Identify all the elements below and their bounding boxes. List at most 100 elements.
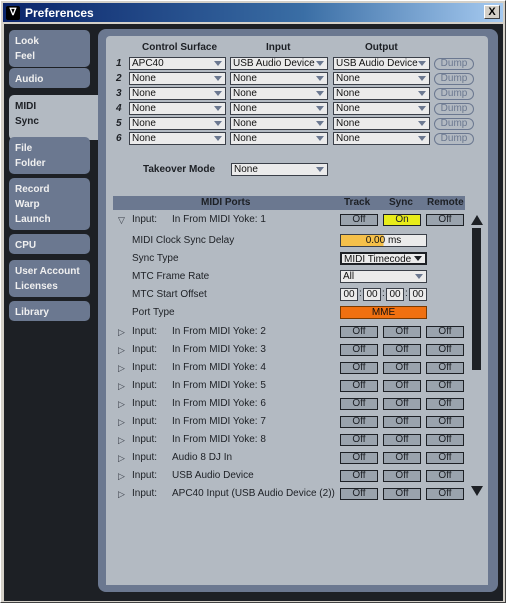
mtc-offset-field[interactable]: 00 xyxy=(363,288,381,301)
input-select[interactable]: None xyxy=(230,117,328,130)
output-select[interactable]: USB Audio Device xyxy=(333,57,430,70)
output-select[interactable]: None xyxy=(333,132,430,145)
control-surface-select[interactable]: None xyxy=(129,117,226,130)
header-remote: Remote xyxy=(427,197,464,208)
takeover-mode-select[interactable]: None xyxy=(231,163,328,176)
expand-triangle-icon[interactable]: ▷ xyxy=(118,399,125,410)
scrollbar-thumb[interactable] xyxy=(472,228,481,370)
chevron-down-icon xyxy=(316,106,324,111)
takeover-mode-label: Takeover Mode xyxy=(143,164,216,175)
input-select[interactable]: None xyxy=(230,132,328,145)
expand-triangle-icon[interactable]: ▷ xyxy=(118,381,125,392)
sidebar-tab-label: Licenses xyxy=(15,281,58,292)
sync-toggle[interactable]: Off xyxy=(383,470,421,482)
sync-toggle[interactable]: Off xyxy=(383,380,421,392)
mtc-frame-rate-select[interactable]: All xyxy=(340,270,427,283)
remote-toggle[interactable]: Off xyxy=(426,416,464,428)
track-toggle[interactable]: Off xyxy=(340,452,378,464)
remote-toggle[interactable]: Off xyxy=(426,380,464,392)
close-button[interactable]: X xyxy=(484,5,500,19)
track-toggle[interactable]: Off xyxy=(340,214,378,226)
sync-toggle[interactable]: Off xyxy=(383,452,421,464)
collapse-triangle-icon[interactable]: ▽ xyxy=(118,215,125,226)
sync-toggle[interactable]: Off xyxy=(383,398,421,410)
sidebar-tab-file[interactable]: File Folder xyxy=(9,137,90,174)
sidebar-tab-library[interactable]: Library xyxy=(9,301,90,321)
track-toggle[interactable]: Off xyxy=(340,470,378,482)
track-toggle[interactable]: Off xyxy=(340,434,378,446)
output-select[interactable]: None xyxy=(333,102,430,115)
remote-toggle[interactable]: Off xyxy=(426,326,464,338)
control-surface-select[interactable]: None xyxy=(129,132,226,145)
sidebar-tab-look[interactable]: Look Feel xyxy=(9,30,90,67)
input-select[interactable]: None xyxy=(230,102,328,115)
control-surface-select[interactable]: APC40 xyxy=(129,57,226,70)
remote-toggle[interactable]: Off xyxy=(426,398,464,410)
chevron-down-icon xyxy=(214,121,222,126)
select-value: None xyxy=(132,73,156,84)
remote-toggle[interactable]: Off xyxy=(426,362,464,374)
scroll-up-icon[interactable] xyxy=(471,215,483,225)
dump-button[interactable]: Dump xyxy=(434,58,474,70)
control-surface-select[interactable]: None xyxy=(129,87,226,100)
sync-type-select[interactable]: MIDI Timecode xyxy=(340,252,427,265)
sidebar-tab-midi[interactable]: MIDI Sync xyxy=(9,95,99,140)
expand-triangle-icon[interactable]: ▷ xyxy=(118,453,125,464)
sync-toggle[interactable]: Off xyxy=(383,434,421,446)
remote-toggle[interactable]: Off xyxy=(426,214,464,226)
remote-toggle[interactable]: Off xyxy=(426,434,464,446)
dump-button[interactable]: Dump xyxy=(434,73,474,85)
sync-toggle[interactable]: Off xyxy=(383,326,421,338)
sidebar-tab-record[interactable]: Record Warp Launch xyxy=(9,178,90,230)
output-select[interactable]: None xyxy=(333,72,430,85)
sync-toggle[interactable]: Off xyxy=(383,362,421,374)
title-bar[interactable]: ∇ Preferences X xyxy=(3,3,503,22)
expand-triangle-icon[interactable]: ▷ xyxy=(118,327,125,338)
input-select[interactable]: USB Audio Device xyxy=(230,57,328,70)
track-toggle[interactable]: Off xyxy=(340,398,378,410)
expand-triangle-icon[interactable]: ▷ xyxy=(118,435,125,446)
port-name: In From MIDI Yoke: 1 xyxy=(172,214,266,225)
expand-triangle-icon[interactable]: ▷ xyxy=(118,471,125,482)
chevron-down-icon xyxy=(418,136,426,141)
mtc-offset-field[interactable]: 00 xyxy=(386,288,404,301)
dump-button[interactable]: Dump xyxy=(434,103,474,115)
sync-toggle[interactable]: On xyxy=(383,214,421,226)
expand-triangle-icon[interactable]: ▷ xyxy=(118,417,125,428)
scroll-down-icon[interactable] xyxy=(471,486,483,496)
track-toggle[interactable]: Off xyxy=(340,326,378,338)
header-control-surface: Control Surface xyxy=(142,42,218,53)
track-toggle[interactable]: Off xyxy=(340,362,378,374)
expand-triangle-icon[interactable]: ▷ xyxy=(118,489,125,500)
mtc-offset-field[interactable]: 00 xyxy=(409,288,427,301)
header-track: Track xyxy=(344,197,371,208)
expand-triangle-icon[interactable]: ▷ xyxy=(118,363,125,374)
sidebar-tab-user-account[interactable]: User Account Licenses xyxy=(9,260,90,297)
input-select[interactable]: None xyxy=(230,72,328,85)
track-toggle[interactable]: Off xyxy=(340,416,378,428)
port-type-button[interactable]: MME xyxy=(340,306,427,319)
track-toggle[interactable]: Off xyxy=(340,344,378,356)
dump-button[interactable]: Dump xyxy=(434,118,474,130)
sidebar-tab-audio[interactable]: Audio xyxy=(9,68,90,88)
dump-button[interactable]: Dump xyxy=(434,88,474,100)
control-surface-select[interactable]: None xyxy=(129,102,226,115)
remote-toggle[interactable]: Off xyxy=(426,488,464,500)
remote-toggle[interactable]: Off xyxy=(426,470,464,482)
output-select[interactable]: None xyxy=(333,87,430,100)
remote-toggle[interactable]: Off xyxy=(426,452,464,464)
output-select[interactable]: None xyxy=(333,117,430,130)
track-toggle[interactable]: Off xyxy=(340,488,378,500)
input-select[interactable]: None xyxy=(230,87,328,100)
sidebar-tab-cpu[interactable]: CPU xyxy=(9,234,90,254)
dump-button[interactable]: Dump xyxy=(434,133,474,145)
clock-sync-delay-field[interactable]: 0.00 ms xyxy=(340,234,427,247)
mtc-offset-field[interactable]: 00 xyxy=(340,288,358,301)
sync-toggle[interactable]: Off xyxy=(383,344,421,356)
control-surface-select[interactable]: None xyxy=(129,72,226,85)
expand-triangle-icon[interactable]: ▷ xyxy=(118,345,125,356)
sync-toggle[interactable]: Off xyxy=(383,488,421,500)
sync-toggle[interactable]: Off xyxy=(383,416,421,428)
remote-toggle[interactable]: Off xyxy=(426,344,464,356)
track-toggle[interactable]: Off xyxy=(340,380,378,392)
